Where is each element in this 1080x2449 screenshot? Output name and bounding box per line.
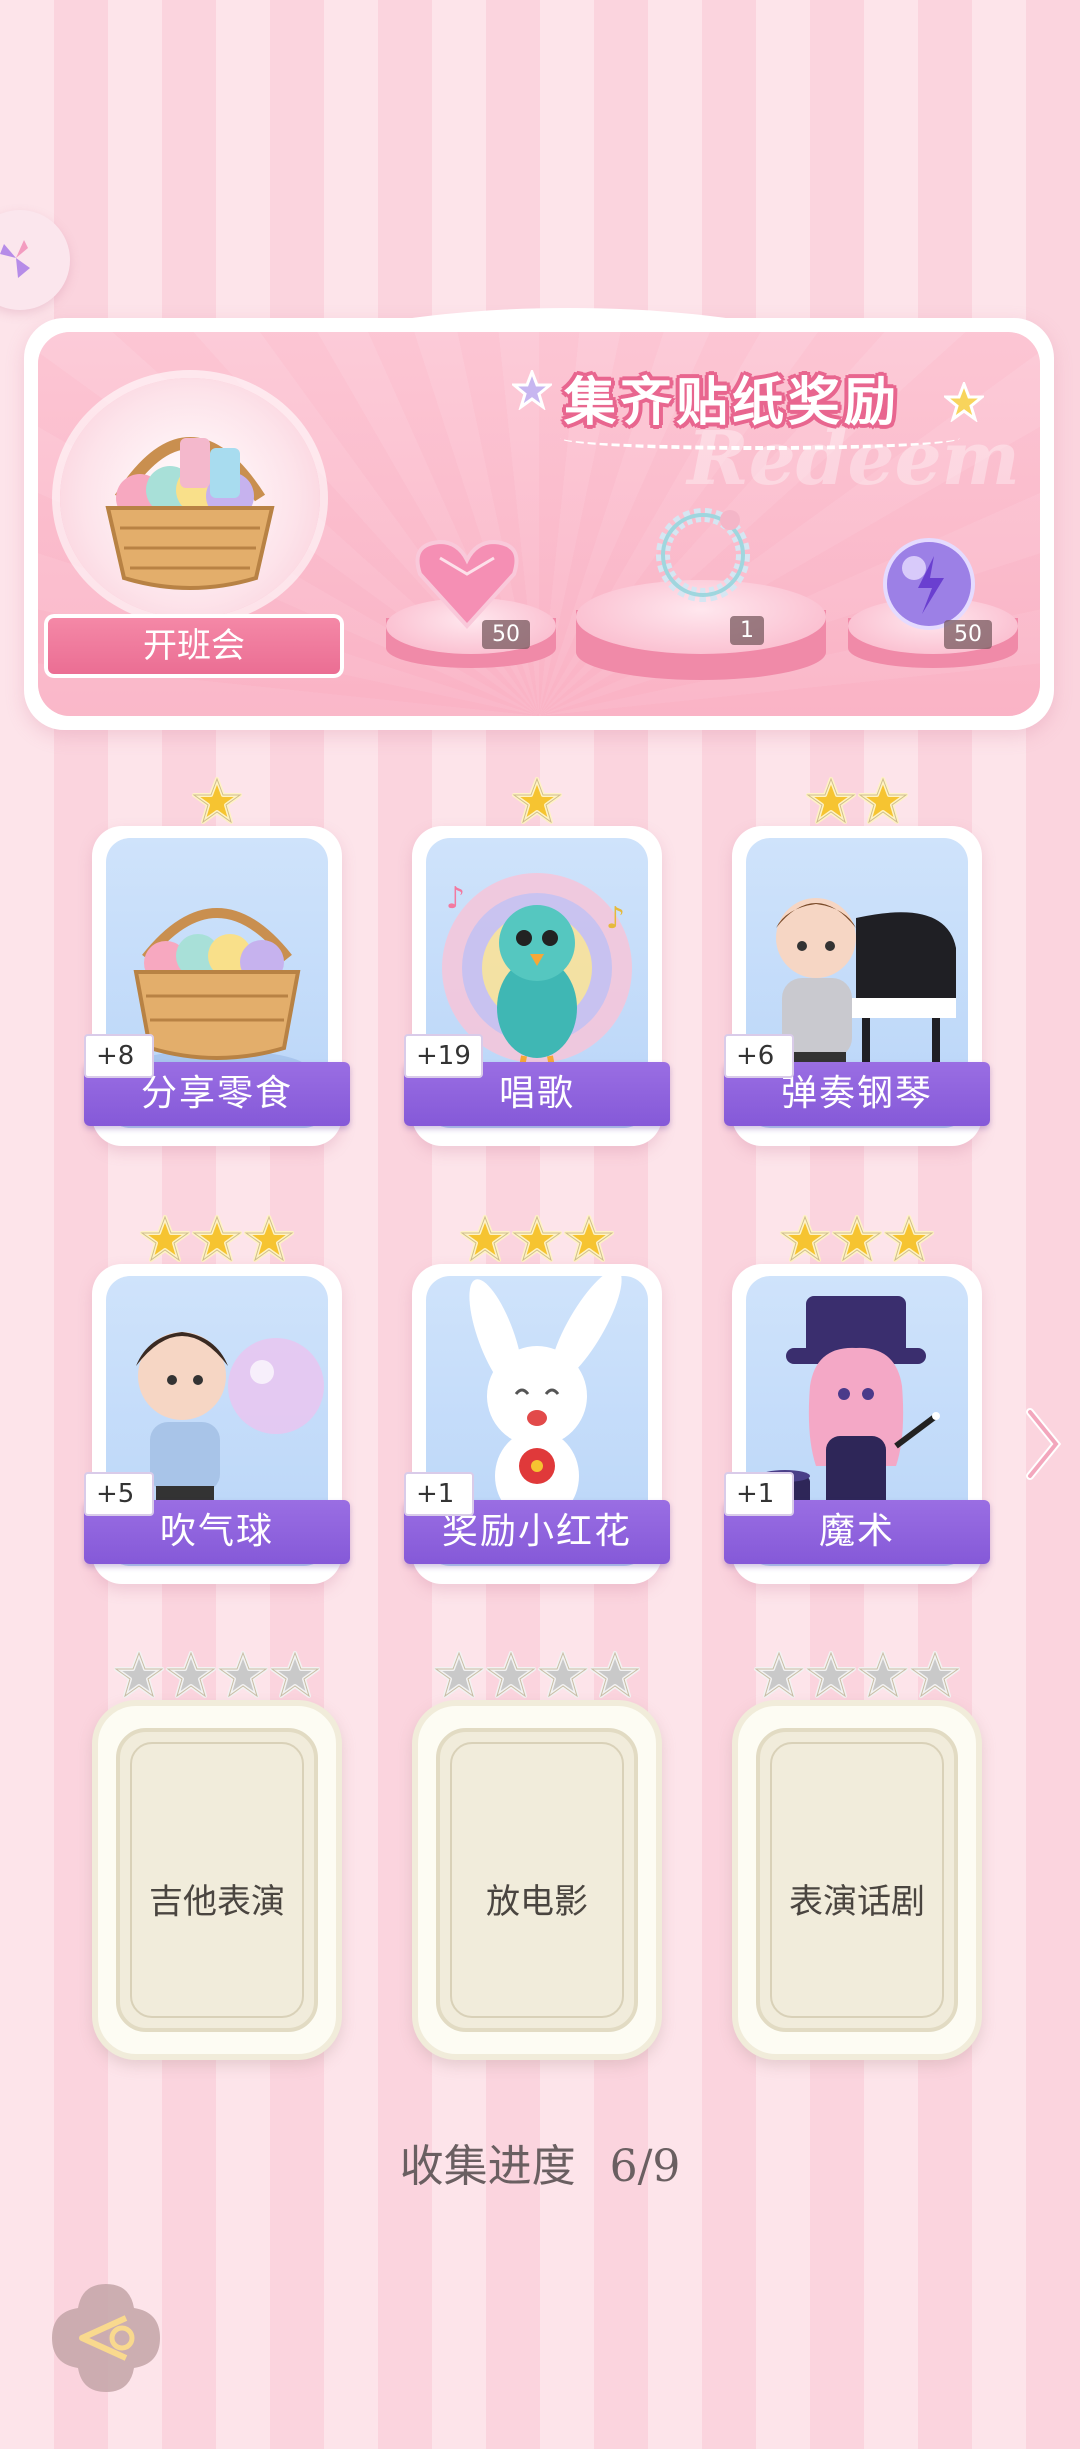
locked-sticker-card[interactable]: 吉他表演 [92, 1650, 342, 2060]
sticker-card[interactable]: 魔术 +1 [724, 1214, 990, 1584]
reward-count: 50 [482, 620, 530, 649]
card-label: 放电影 [486, 1882, 588, 1922]
star-icon [244, 1215, 294, 1262]
back-button[interactable] [48, 2280, 164, 2396]
banner-title: 集齐贴纸奖励 [564, 372, 901, 433]
star-icon [538, 1651, 588, 1698]
card-stars [412, 1214, 662, 1266]
star-deco-icon [944, 382, 984, 422]
star-icon [806, 777, 856, 824]
heart-gem-icon [415, 539, 519, 629]
star-icon [858, 777, 908, 824]
card-count-badge: +1 [404, 1472, 474, 1516]
star-icon [192, 1215, 242, 1262]
progress-label: 收集进度 [399, 2141, 576, 2192]
card-stars [732, 776, 982, 828]
star-icon [140, 1215, 190, 1262]
basket-reward-circle [60, 378, 320, 618]
star-icon [832, 1215, 882, 1262]
card-count-badge: +1 [724, 1472, 794, 1516]
star-icon [590, 1651, 640, 1698]
reward-count: 1 [730, 616, 764, 645]
basket-label: 开班会 [44, 614, 344, 678]
sticker-card[interactable]: 分享零食 +8 [84, 776, 350, 1146]
card-label: 吉他表演 [149, 1882, 285, 1922]
menu-corner-button[interactable] [0, 210, 70, 310]
reward-banner: Redeem 集齐贴纸奖励 开班会 50 1 50 [24, 308, 1054, 730]
card-count-badge: +5 [84, 1472, 154, 1516]
star-icon [270, 1651, 320, 1698]
star-icon [460, 1215, 510, 1262]
svg-text:♪: ♪ [606, 901, 625, 936]
card-stars [92, 1214, 342, 1266]
progress-value: 6/9 [609, 2141, 681, 2192]
locked-sticker-card[interactable]: 表演话剧 [732, 1650, 982, 2060]
card-count-badge: +6 [724, 1034, 794, 1078]
card-stars [92, 776, 342, 828]
energy-orb-icon [883, 538, 975, 630]
sticker-card[interactable]: 弹奏钢琴 +6 [724, 776, 990, 1146]
card-stars [732, 1214, 982, 1266]
locked-sticker-card[interactable]: 放电影 [412, 1650, 662, 2060]
sticker-card[interactable]: 吹气球 +5 [84, 1214, 350, 1584]
star-icon [858, 1651, 908, 1698]
next-page-arrow-icon[interactable] [1022, 1404, 1062, 1484]
star-icon [564, 1215, 614, 1262]
reward-count: 50 [944, 620, 992, 649]
sticker-card[interactable]: ♪ ♪ 唱歌 +19 [404, 776, 670, 1146]
star-icon [114, 1651, 164, 1698]
sticker-card[interactable]: 奖励小红花 +1 [404, 1214, 670, 1584]
star-icon [512, 777, 562, 824]
card-stars [412, 776, 662, 828]
bracelet-icon [656, 508, 750, 602]
svg-text:♪: ♪ [446, 881, 465, 916]
star-icon [754, 1651, 804, 1698]
card-label: 表演话剧 [789, 1882, 925, 1922]
flower-icon [0, 240, 30, 278]
star-icon [806, 1651, 856, 1698]
star-icon [434, 1651, 484, 1698]
star-icon [166, 1651, 216, 1698]
card-count-badge: +8 [84, 1034, 154, 1078]
snack-basket-icon [105, 437, 275, 590]
card-count-badge: +19 [404, 1034, 483, 1078]
star-icon [884, 1215, 934, 1262]
card-stars [92, 1650, 342, 1702]
star-deco-icon [512, 370, 552, 410]
star-icon [192, 777, 242, 824]
star-icon [780, 1215, 830, 1262]
card-stars [732, 1650, 982, 1702]
star-icon [910, 1651, 960, 1698]
card-stars [412, 1650, 662, 1702]
collection-progress: 收集进度 6/9 [0, 2130, 1080, 2194]
star-icon [486, 1651, 536, 1698]
star-icon [218, 1651, 268, 1698]
star-icon [512, 1215, 562, 1262]
